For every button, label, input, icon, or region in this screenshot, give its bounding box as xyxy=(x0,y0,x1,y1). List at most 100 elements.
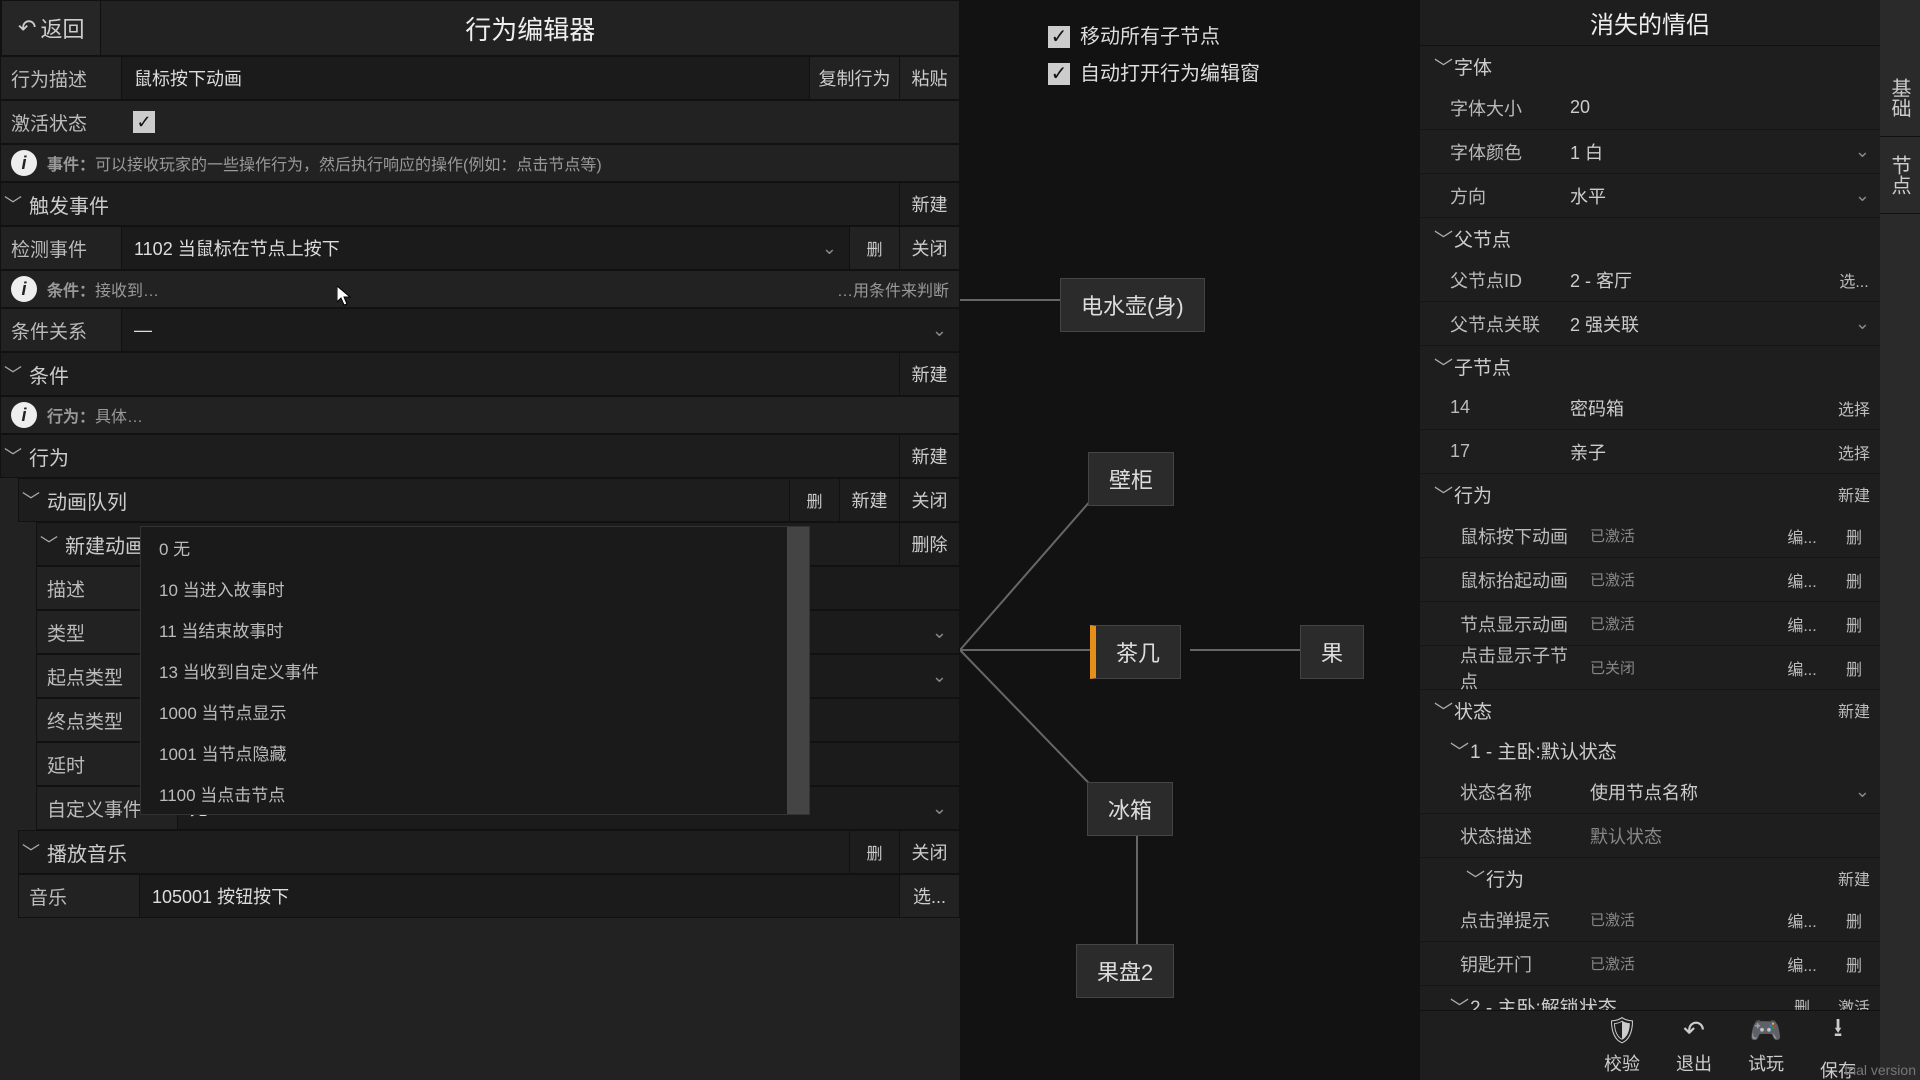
behavior-item-state: 已激活 xyxy=(1590,613,1635,634)
music-pick-button[interactable]: 选... xyxy=(899,875,959,917)
animq-close-button[interactable]: 关闭 xyxy=(899,479,959,521)
canvas-node-wall[interactable]: 壁柜 xyxy=(1088,452,1174,506)
exit-button[interactable]: ↶退出 xyxy=(1676,1015,1712,1076)
state-behavior-delete-button[interactable]: 删 xyxy=(1828,908,1880,932)
event-option[interactable]: 10 当进入故事时 xyxy=(141,568,809,609)
event-option[interactable]: 11 当结束故事时 xyxy=(141,609,809,650)
act-new-button[interactable]: 新建 xyxy=(899,435,959,477)
chevron-down-icon[interactable]: ﹀ xyxy=(1466,865,1486,892)
canvas-node-fruit[interactable]: 果 xyxy=(1300,625,1364,679)
section-trigger-title: 触发事件 xyxy=(25,190,899,219)
state-behavior-edit-button[interactable]: 编... xyxy=(1776,908,1828,932)
behavior-edit-button[interactable]: 编... xyxy=(1776,656,1828,680)
canvas-node-kettle[interactable]: 电水壶(身) xyxy=(1060,278,1205,332)
event-option[interactable]: 1001 当节点隐藏 xyxy=(141,732,809,773)
child-select-button[interactable]: 选择 xyxy=(1828,440,1880,464)
behavior-delete-button[interactable]: 删 xyxy=(1828,656,1880,680)
font-size-value[interactable]: 20 xyxy=(1560,97,1880,118)
cond-rel-dropdown[interactable]: — ⌄ xyxy=(121,309,959,351)
music-delete-button[interactable]: 删 xyxy=(849,831,899,873)
chevron-down-icon[interactable]: ﹀ xyxy=(19,839,43,865)
chevron-down-icon[interactable]: ﹀ xyxy=(1,361,25,387)
child-select-button[interactable]: 选择 xyxy=(1828,396,1880,420)
animq-delete-button[interactable]: 删 xyxy=(789,479,839,521)
music-value-input[interactable] xyxy=(139,875,899,917)
anim-from-label: 起点类型 xyxy=(37,663,157,690)
child-name: 密码箱 xyxy=(1560,395,1828,421)
chevron-down-icon[interactable]: ﹀ xyxy=(1434,225,1454,252)
tip-event-prefix: 事件： xyxy=(47,157,95,174)
behavior-new-button[interactable]: 新建 xyxy=(1828,482,1880,506)
trigger-new-button[interactable]: 新建 xyxy=(899,183,959,225)
parent-rel-dropdown[interactable]: 2 强关联⌄ xyxy=(1560,311,1880,337)
chevron-down-icon[interactable]: ﹀ xyxy=(1450,737,1470,764)
direction-label: 方向 xyxy=(1420,183,1560,209)
state-behavior-new-button[interactable]: 新建 xyxy=(1828,866,1880,890)
tip-cond-tail: …用条件来判断 xyxy=(837,277,949,301)
play-button[interactable]: 🎮试玩 xyxy=(1748,1015,1784,1076)
tip-cond-prefix: 条件： xyxy=(47,283,95,300)
validate-button[interactable]: 🛡校验 xyxy=(1604,1015,1640,1076)
chevron-down-icon[interactable]: ﹀ xyxy=(1,443,25,469)
chevron-down-icon[interactable]: ﹀ xyxy=(1450,993,1470,1011)
chevron-down-icon[interactable]: ﹀ xyxy=(1434,353,1454,380)
behavior-delete-button[interactable]: 删 xyxy=(1828,612,1880,636)
event-option[interactable]: 1000 当节点显示 xyxy=(141,691,809,732)
canvas-node-tea[interactable]: 茶几 xyxy=(1090,625,1181,679)
project-title: 消失的情侣 xyxy=(1420,0,1880,46)
paste-button[interactable]: 粘贴 xyxy=(899,57,959,99)
animq-new-button[interactable]: 新建 xyxy=(839,479,899,521)
detect-event-options[interactable]: 0 无 10 当进入故事时 11 当结束故事时 13 当收到自定义事件 1000… xyxy=(140,526,810,815)
behavior-item-state: 已关闭 xyxy=(1590,657,1635,678)
info-icon: i xyxy=(11,276,37,302)
state-name-dropdown[interactable]: 使用节点名称⌄ xyxy=(1580,779,1880,805)
behavior-delete-button[interactable]: 删 xyxy=(1828,568,1880,592)
tip-act-text: 具体… xyxy=(95,409,143,426)
node-canvas[interactable]: ✓移动所有子节点 ✓自动打开行为编辑窗 电水壶(身) 壁柜 茶几 果 冰箱 果盘… xyxy=(960,0,1420,1080)
back-button[interactable]: ↶ 返回 xyxy=(1,0,101,56)
copy-behavior-button[interactable]: 复制行为 xyxy=(809,57,899,99)
chevron-down-icon[interactable]: ﹀ xyxy=(1,191,25,217)
tab-node[interactable]: 节点 xyxy=(1880,137,1920,214)
child-id: 17 xyxy=(1420,441,1560,462)
behavior-edit-button[interactable]: 编... xyxy=(1776,524,1828,548)
state-desc-input[interactable]: 默认状态 xyxy=(1580,823,1880,849)
child-id: 14 xyxy=(1420,397,1560,418)
chevron-down-icon[interactable]: ﹀ xyxy=(19,487,43,513)
newanim-delete-button[interactable]: 删除 xyxy=(899,523,959,565)
chevron-down-icon[interactable]: ﹀ xyxy=(37,531,61,557)
event-option[interactable]: 0 无 xyxy=(141,527,809,568)
chevron-down-icon[interactable]: ﹀ xyxy=(1434,481,1454,508)
dropdown-scrollbar[interactable] xyxy=(787,527,809,814)
font-section-title: 字体 xyxy=(1454,53,1492,80)
behavior-item-name: 鼠标按下动画 xyxy=(1420,523,1580,549)
music-close-button[interactable]: 关闭 xyxy=(899,831,959,873)
canvas-node-plate[interactable]: 果盘2 xyxy=(1076,944,1174,998)
detect-event-dropdown[interactable]: 1102 当鼠标在节点上按下 ⌄ xyxy=(121,227,849,269)
desc-input[interactable] xyxy=(121,57,809,99)
state-behavior-edit-button[interactable]: 编... xyxy=(1776,952,1828,976)
chevron-down-icon: ⌄ xyxy=(932,320,947,341)
state-new-button[interactable]: 新建 xyxy=(1828,698,1880,722)
chevron-down-icon[interactable]: ﹀ xyxy=(1434,697,1454,724)
parent-section-title: 父节点 xyxy=(1454,225,1511,252)
active-checkbox[interactable]: ✓ xyxy=(133,111,155,133)
canvas-node-fridge[interactable]: 冰箱 xyxy=(1087,782,1173,836)
font-color-dropdown[interactable]: 1 白⌄ xyxy=(1560,139,1880,165)
behavior-delete-button[interactable]: 删 xyxy=(1828,524,1880,548)
behavior-edit-button[interactable]: 编... xyxy=(1776,612,1828,636)
cond-new-button[interactable]: 新建 xyxy=(899,353,959,395)
trigger-delete-button[interactable]: 删 xyxy=(849,227,899,269)
event-option[interactable]: 13 当收到自定义事件 xyxy=(141,650,809,691)
chevron-down-icon[interactable]: ﹀ xyxy=(1434,53,1454,80)
direction-dropdown[interactable]: 水平⌄ xyxy=(1560,183,1880,209)
behavior-edit-button[interactable]: 编... xyxy=(1776,568,1828,592)
active-label: 激活状态 xyxy=(1,109,121,136)
event-option[interactable]: 1100 当点击节点 xyxy=(141,773,809,814)
state-section-title: 状态 xyxy=(1454,697,1492,724)
state-behavior-delete-button[interactable]: 删 xyxy=(1828,952,1880,976)
trigger-close-button[interactable]: 关闭 xyxy=(899,227,959,269)
parent-pick-button[interactable]: 选... xyxy=(1828,268,1880,292)
tab-basic[interactable]: 基础 xyxy=(1880,60,1920,137)
delay-label: 延时 xyxy=(37,751,157,778)
